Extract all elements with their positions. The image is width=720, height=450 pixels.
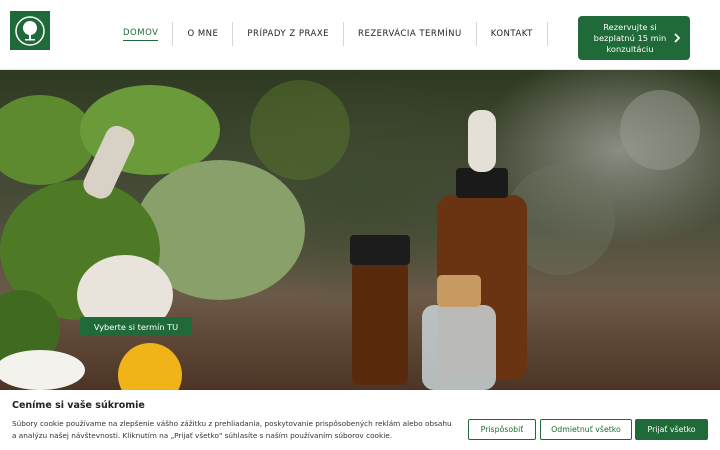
nav-label: PRÍPADY Z PRAXE: [247, 29, 330, 39]
hero-banner: Vyberte si termín TU: [0, 70, 720, 390]
nav-label: DOMOV: [123, 28, 159, 41]
nav-label: KONTAKT: [490, 29, 533, 39]
nav-item-pripady-z-praxe[interactable]: PRÍPADY Z PRAXE: [233, 22, 345, 46]
accept-all-cookies-button[interactable]: Prijať všetko: [635, 419, 708, 440]
chevron-right-icon: [674, 33, 681, 43]
nav-label: O MNE: [187, 29, 219, 39]
nav-item-domov[interactable]: DOMOV: [109, 22, 174, 46]
customize-cookies-button[interactable]: Prispôsobiť: [468, 419, 536, 440]
cookie-consent-banner: Ceníme si vaše súkromie Súbory cookie po…: [0, 390, 720, 450]
logo-graphic: [15, 15, 45, 46]
cookie-title: Ceníme si vaše súkromie: [12, 400, 145, 411]
cta-label: Rezervujte si bezplatnú 15 min konzultác…: [593, 21, 667, 54]
tree-logo-icon[interactable]: [10, 11, 50, 50]
nav-item-kontakt[interactable]: KONTAKT: [477, 22, 548, 46]
nav-item-rezervacia-terminu[interactable]: REZERVÁCIA TERMÍNU: [344, 22, 477, 46]
site-header: DOMOV O MNE PRÍPADY Z PRAXE REZERVÁCIA T…: [0, 0, 720, 70]
choose-date-button[interactable]: Vyberte si termín TU: [80, 317, 192, 336]
cookie-description: Súbory cookie používame na zlepšenie váš…: [12, 419, 452, 440]
main-nav: DOMOV O MNE PRÍPADY Z PRAXE REZERVÁCIA T…: [109, 22, 548, 46]
book-consultation-button[interactable]: Rezervujte si bezplatnú 15 min konzultác…: [578, 16, 690, 60]
hero-photo-illustration: [0, 80, 700, 390]
nav-label: REZERVÁCIA TERMÍNU: [358, 29, 462, 39]
reject-all-cookies-button[interactable]: Odmietnuť všetko: [540, 419, 632, 440]
nav-item-o-mne[interactable]: O MNE: [173, 22, 234, 46]
